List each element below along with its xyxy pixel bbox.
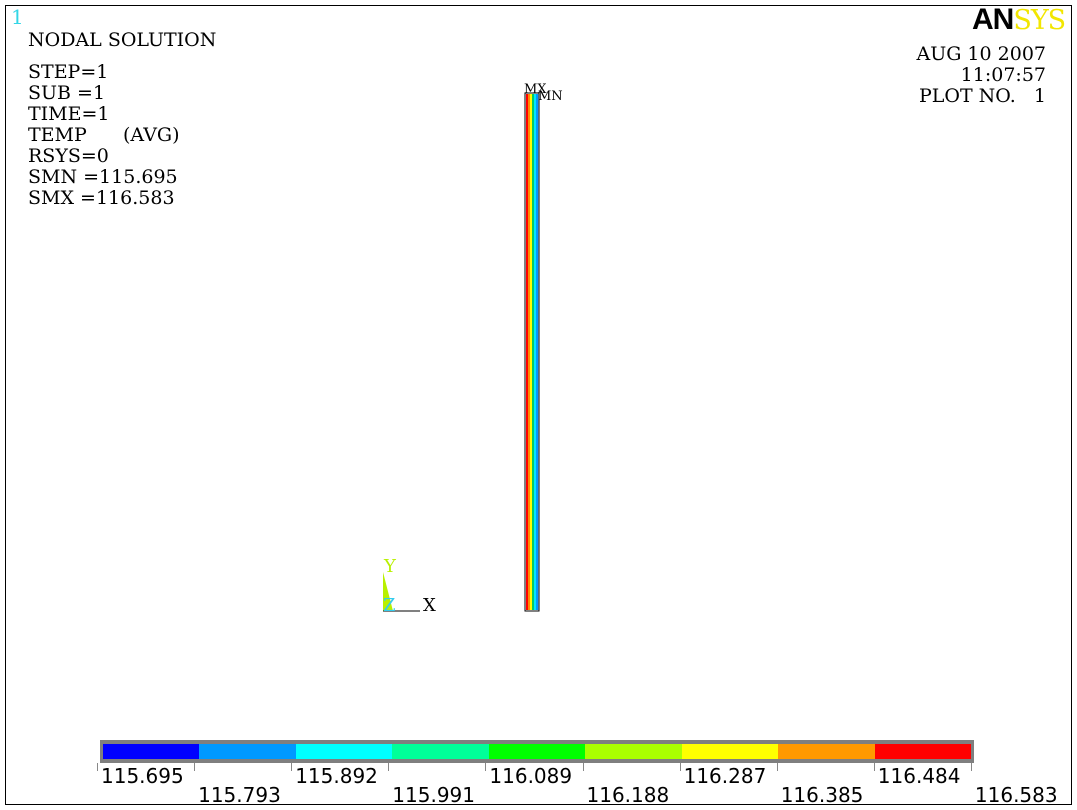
legend-tick [485,763,487,771]
legend-tick [388,763,390,771]
legend-value-label: 116.188 [586,783,670,807]
triad-x-label: X [423,595,436,616]
legend-value-label: 115.892 [295,764,378,788]
legend-tick [873,763,875,771]
legend-tick [97,763,98,771]
legend-color-swatch [199,744,296,759]
model-band [536,94,539,610]
legend-tick [776,763,778,771]
legend-color-swatch [681,744,779,759]
triad-z-label: Z [383,595,396,616]
legend-value-label: 115.793 [198,783,281,807]
legend-value-label: 115.695 [101,764,184,788]
model-band [534,94,537,610]
model-band [530,94,533,610]
legend-value-label: 116.385 [780,783,864,807]
legend-value-label: 116.287 [683,764,767,788]
model-strip [526,94,539,610]
legend-color-swatch [585,744,682,759]
contour-legend-bar [100,740,974,763]
legend-tick [582,763,584,771]
triad-y-label: Y [383,556,397,577]
min-marker: MN [538,89,563,104]
model-viewport: MX MN Y Z X [383,82,563,616]
model-band [526,94,529,610]
legend-tick [970,763,972,771]
legend-color-swatch [103,744,200,759]
legend-color-swatch [874,744,971,759]
legend-tick [194,763,196,771]
legend-value-label: 116.089 [489,764,573,788]
legend-color-swatch [778,744,875,759]
legend-color-swatch [295,744,393,759]
legend-value-label: 116.484 [877,764,961,788]
legend-value-label: 116.583 [974,783,1058,807]
model-band [528,94,531,610]
legend-value-label: 115.991 [392,783,476,807]
legend-tick [291,763,293,771]
legend-color-swatch [488,744,586,759]
legend-tick [679,763,681,771]
legend-color-swatch [392,744,489,759]
model-band [532,94,535,610]
